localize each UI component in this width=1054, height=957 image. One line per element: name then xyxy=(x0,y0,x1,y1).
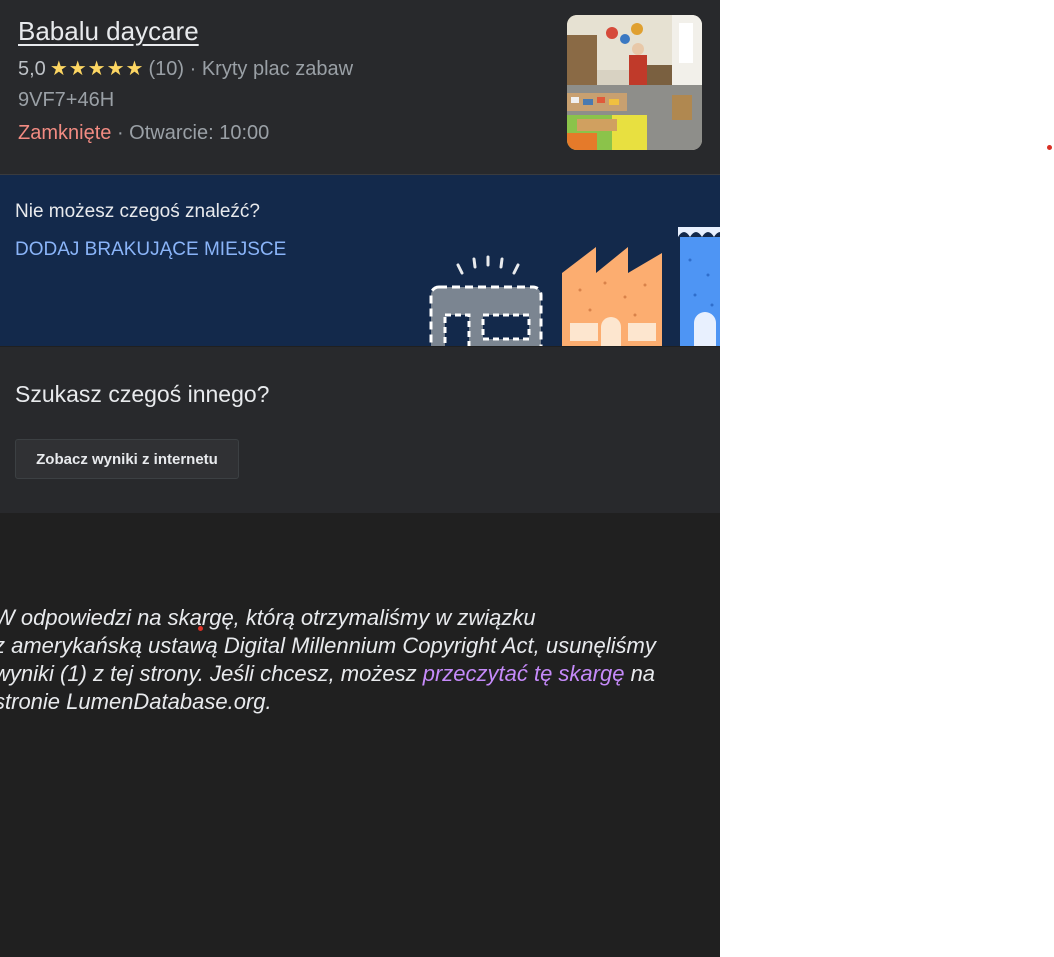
separator: · xyxy=(116,122,124,144)
dmca-line: z amerykańską ustawą Digital Millennium … xyxy=(0,633,656,658)
rating-line: 5,0 ★★★★★ (10) · Kryty plac zabaw xyxy=(18,56,353,81)
hours-line: Zamknięte · Otwarcie: 10:00 xyxy=(18,122,269,145)
rating-stars: ★★★★★ xyxy=(49,58,145,80)
add-missing-place-banner: Nie możesz czegoś znaleźć? DODAJ BRAKUJĄ… xyxy=(0,175,720,346)
opening-time: Otwarcie: 10:00 xyxy=(129,122,270,144)
dmca-line: stronie LumenDatabase.org. xyxy=(0,689,272,714)
web-results-button[interactable]: Zobacz wyniki z internetu xyxy=(15,439,239,479)
search-something-else-section: Szukasz czegoś innego? Zobacz wyniki z i… xyxy=(0,347,720,513)
search-else-title: Szukasz czegoś innego? xyxy=(15,381,270,407)
plus-code: 9VF7+46H xyxy=(18,89,115,111)
dmca-line: W odpowiedzi na skargę, którą otrzymaliś… xyxy=(0,605,536,630)
local-results-panel: Babalu daycare 5,0 ★★★★★ (10) · Kryty plac… xyxy=(0,0,720,957)
storefront-illustration-icon xyxy=(429,227,720,346)
separator: · xyxy=(189,58,197,80)
cursor-dot xyxy=(1047,145,1052,150)
add-missing-place-link[interactable]: DODAJ BRAKUJĄCE MIEJSCE xyxy=(15,239,286,261)
dmca-text: wyniki (1) z tej strony. Jeśli chcesz, m… xyxy=(0,661,423,686)
dmca-notice: W odpowiedzi na skargę, którą otrzymaliś… xyxy=(0,604,720,716)
place-name-link[interactable]: Babalu daycare xyxy=(18,16,199,47)
daycare-room-image xyxy=(567,15,702,150)
add-place-question: Nie możesz czegoś znaleźć? xyxy=(15,201,260,222)
read-complaint-link[interactable]: przeczytać tę skargę xyxy=(423,661,625,686)
review-count: (10) xyxy=(148,58,185,80)
cursor-dot xyxy=(198,626,203,631)
place-card[interactable]: Babalu daycare 5,0 ★★★★★ (10) · Kryty plac… xyxy=(0,0,720,175)
place-photo-thumbnail[interactable] xyxy=(567,15,702,150)
status-closed: Zamknięte xyxy=(18,122,112,144)
place-category: Kryty plac zabaw xyxy=(201,58,354,80)
rating-score: 5,0 xyxy=(18,58,46,80)
dmca-text: na xyxy=(624,661,656,686)
dmca-line: wyniki (1) z tej strony. Jeśli chcesz, m… xyxy=(0,660,720,688)
